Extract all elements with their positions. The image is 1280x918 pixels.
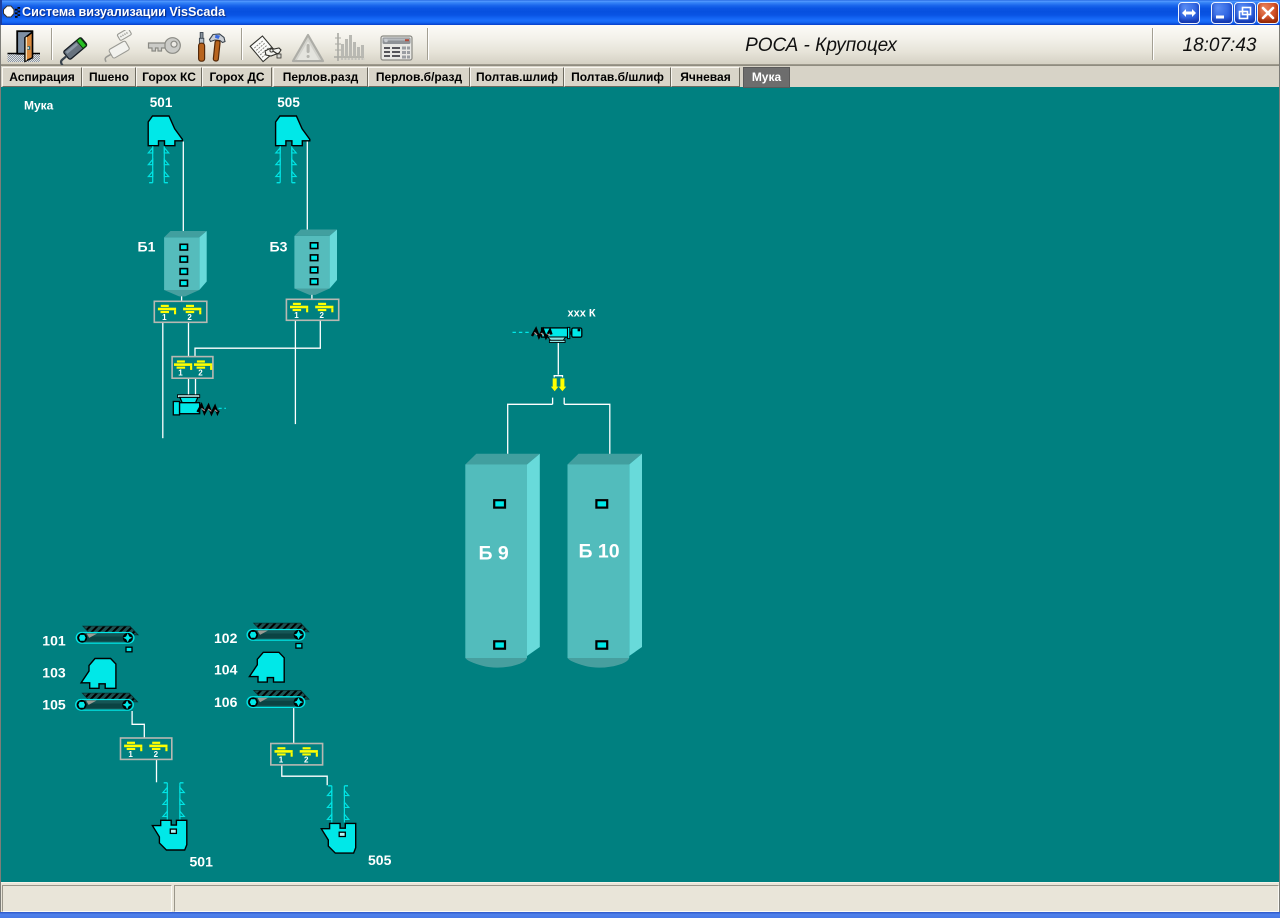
svg-text:103: 103 (42, 665, 66, 681)
svg-text:1: 1 (279, 755, 284, 764)
svg-text:101: 101 (42, 633, 66, 649)
svg-text:Мука: Мука (24, 99, 54, 113)
svg-text:xxx К: xxx К (568, 308, 596, 320)
svg-text:2: 2 (304, 755, 309, 764)
svg-text:501: 501 (190, 854, 214, 870)
svg-text:501: 501 (150, 95, 173, 110)
svg-text:505: 505 (368, 852, 392, 868)
svg-text:102: 102 (214, 630, 238, 646)
svg-text:Б 9: Б 9 (479, 543, 509, 565)
svg-text:2: 2 (187, 313, 192, 322)
svg-text:105: 105 (42, 697, 66, 713)
svg-text:1: 1 (162, 313, 167, 322)
svg-text:Б1: Б1 (138, 239, 156, 255)
svg-text:2: 2 (198, 369, 203, 378)
svg-text:2: 2 (319, 311, 324, 320)
svg-text:1: 1 (294, 311, 299, 320)
svg-text:1: 1 (178, 369, 183, 378)
svg-text:106: 106 (214, 694, 238, 710)
svg-text:2: 2 (154, 750, 159, 759)
svg-text:Б 10: Б 10 (579, 541, 620, 563)
svg-text:1: 1 (128, 750, 133, 759)
svg-text:104: 104 (214, 662, 238, 678)
svg-text:505: 505 (277, 95, 300, 110)
svg-text:Б3: Б3 (270, 239, 288, 255)
